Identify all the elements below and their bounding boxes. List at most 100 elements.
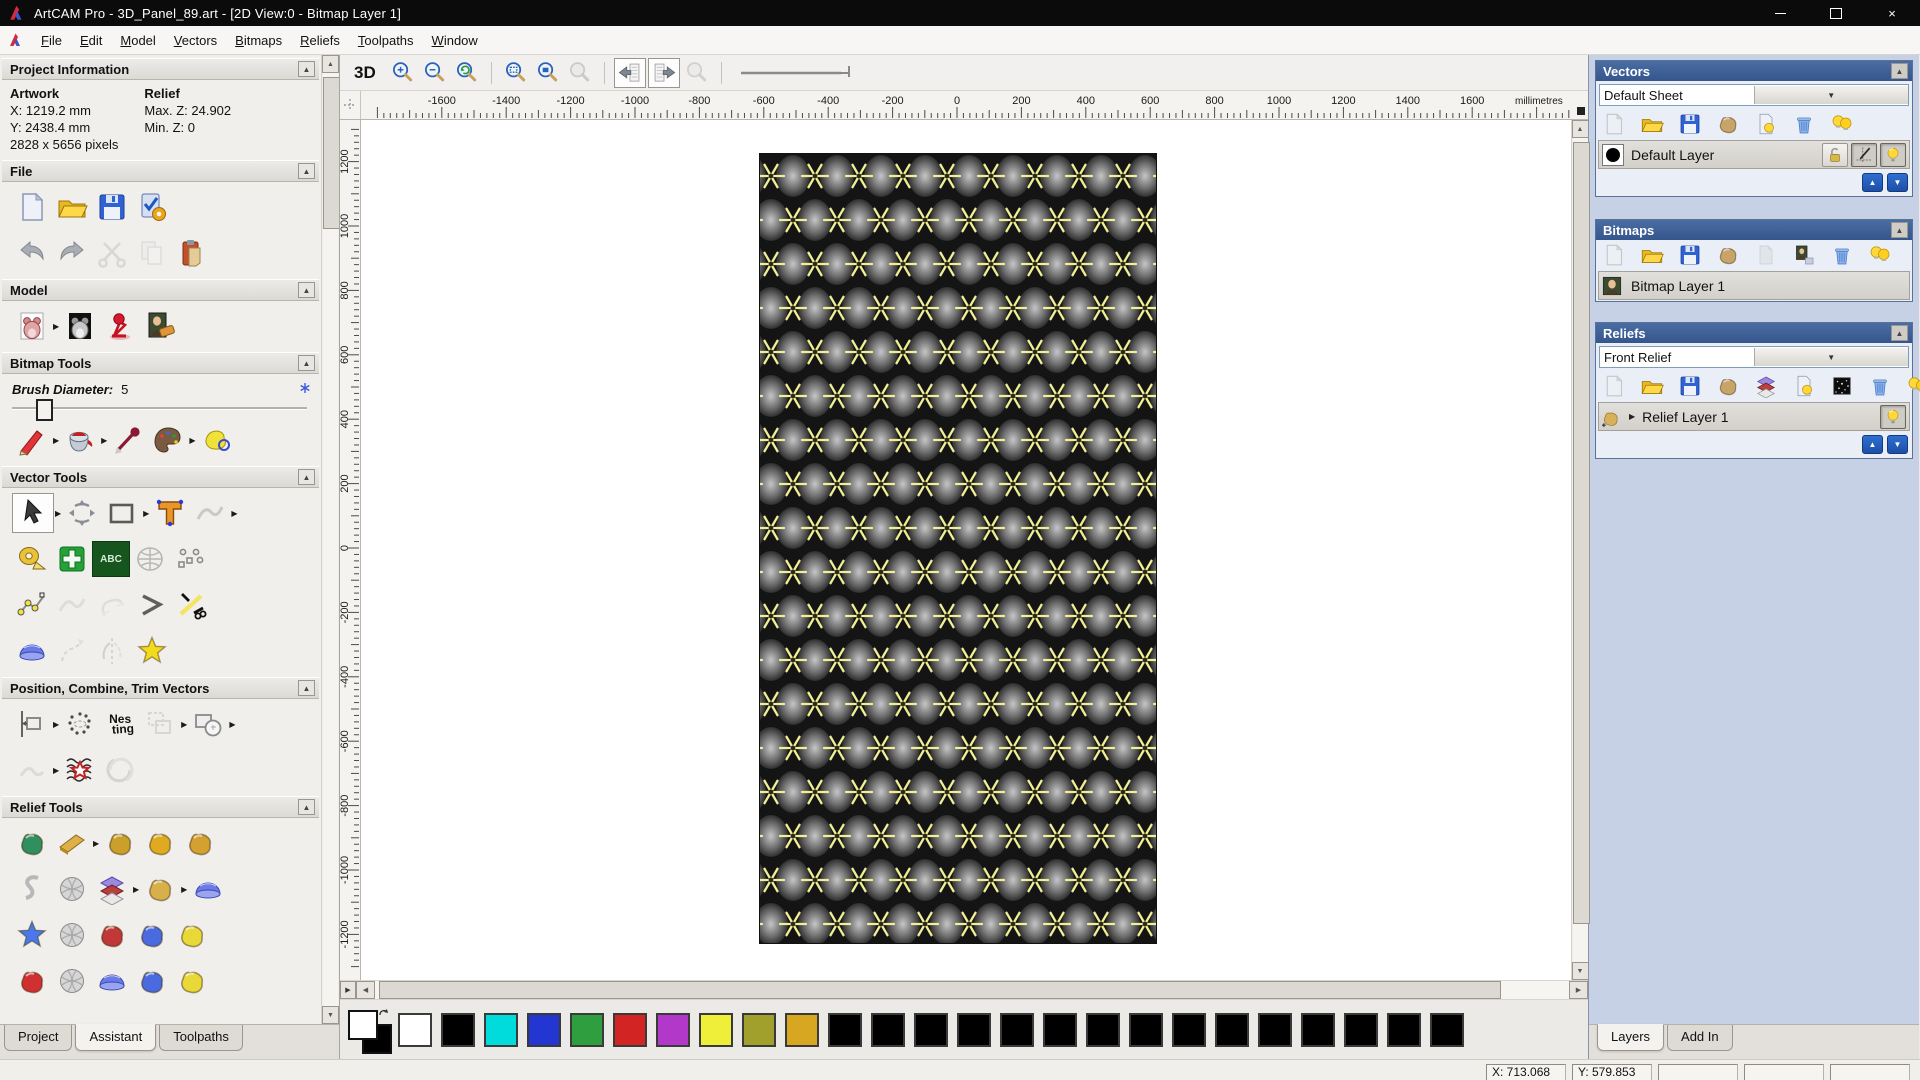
create-arc-icon[interactable] [92,586,132,624]
weld-vectors-icon[interactable] [188,705,228,743]
sheet-select[interactable]: Default Sheet ▼ [1599,84,1909,106]
redo-icon[interactable] [52,234,92,272]
relief-yellow-icon[interactable] [172,962,212,1000]
chevron-down-icon[interactable]: ▼ [1754,348,1909,366]
fit-curve-icon[interactable] [52,586,92,624]
palette-swatch-19[interactable] [1215,1013,1249,1047]
move-layer-up-button[interactable]: ▲ [1862,435,1883,454]
layer-visibility-page-icon[interactable] [1752,111,1780,137]
relief-offset-flyout-arrow[interactable]: ▶ [133,885,139,894]
clear-bitmap-layer-icon[interactable] [1752,242,1780,268]
relief-blue-sphere-icon[interactable] [132,962,172,1000]
save-model-icon[interactable] [92,188,132,226]
relief-offset-icon[interactable] [92,870,132,908]
vector-texture-icon[interactable] [60,751,100,789]
new-model-icon[interactable] [12,188,52,226]
palette-swatch-5[interactable] [613,1013,647,1047]
palette-swatch-8[interactable] [742,1013,776,1047]
palette-swatch-0[interactable] [398,1013,432,1047]
transform-vectors-icon[interactable] [62,494,102,532]
bitmap-preview-icon[interactable] [1790,242,1818,268]
palette-swatch-3[interactable] [527,1013,561,1047]
preview-lens-icon[interactable] [682,59,712,87]
toggle-all-bitmap-layers-icon[interactable] [1866,242,1894,268]
rollup-button[interactable]: ▲ [298,282,315,298]
lighting-material-icon[interactable] [100,307,140,345]
paste-along-curve-icon[interactable]: ABC [92,541,130,577]
cut-icon[interactable] [92,234,132,272]
maximize-button[interactable] [1808,0,1864,26]
toggle-all-vector-layers-icon[interactable] [1828,111,1856,137]
menu-toolpaths[interactable]: Toolpaths [349,29,423,52]
lock-layer-icon[interactable] [1822,143,1848,167]
palette-swatch-15[interactable] [1043,1013,1077,1047]
new-bitmap-layer-icon[interactable] [1600,242,1628,268]
relief-two-rail-icon[interactable] [180,824,220,862]
close-button[interactable]: × [1864,0,1920,26]
measure-icon[interactable] [12,540,52,578]
palette-swatch-10[interactable] [828,1013,862,1047]
relief-basket-icon[interactable] [52,962,92,1000]
relief-paste-flyout-arrow[interactable]: ▶ [181,885,187,894]
palette-swatch-9[interactable] [785,1013,819,1047]
hscroll-thumb[interactable] [379,981,1501,999]
zoom-box-icon[interactable] [501,59,531,87]
interlock-vectors-icon[interactable] [100,751,140,789]
tab-add-in[interactable]: Add In [1667,1025,1733,1051]
chevron-down-icon[interactable]: ▼ [1754,86,1909,104]
rollup-button[interactable]: ▲ [1891,63,1908,79]
relief-paste-icon[interactable] [140,870,180,908]
vector-layer-visibility-icon[interactable] [1880,143,1906,167]
palette-swatch-2[interactable] [484,1013,518,1047]
merge-vector-layers-icon[interactable] [1714,111,1742,137]
delete-relief-layer-icon[interactable] [1866,373,1894,399]
primary-secondary-colour[interactable] [346,1008,392,1052]
merge-bitmap-layers-icon[interactable] [1714,242,1742,268]
menu-model[interactable]: Model [111,29,164,52]
scrollbar-thumb[interactable] [323,77,339,229]
2d-view-canvas[interactable] [361,120,1571,980]
relief-weave-icon[interactable] [52,870,92,908]
relief-plane-icon[interactable] [52,824,92,862]
open-relief-layer-icon[interactable] [1638,373,1666,399]
move-layer-down-button[interactable]: ▼ [1887,173,1908,192]
edit-colours-icon[interactable] [148,421,188,459]
align-vectors-icon[interactable] [12,705,52,743]
palette-swatch-4[interactable] [570,1013,604,1047]
create-polyline-icon[interactable] [132,586,172,624]
paint-flyout-arrow[interactable]: ▶ [53,436,59,445]
palette-swatch-22[interactable] [1344,1013,1378,1047]
palette-swatch-11[interactable] [871,1013,905,1047]
join-vectors-flyout-arrow[interactable]: ▶ [53,766,59,775]
zoom-object-icon[interactable] [533,59,563,87]
copy-icon[interactable] [132,234,172,272]
save-relief-layer-icon[interactable] [1676,373,1704,399]
zoom-out-icon[interactable] [420,59,450,87]
new-relief-layer-icon[interactable] [1600,373,1628,399]
tab-layers[interactable]: Layers [1597,1024,1664,1051]
node-editing-icon[interactable] [12,586,52,624]
pick-colour-icon[interactable] [108,421,148,459]
open-model-icon[interactable] [52,188,92,226]
palette-swatch-12[interactable] [914,1013,948,1047]
relief-layer-row[interactable]: ▶ Relief Layer 1 [1598,402,1910,431]
open-bitmap-layer-icon[interactable] [1638,242,1666,268]
layer-name[interactable]: Bitmap Layer 1 [1631,278,1725,294]
text-on-curve-icon[interactable] [60,705,100,743]
delete-vector-layer-icon[interactable] [1790,111,1818,137]
palette-swatch-13[interactable] [957,1013,991,1047]
pane-split-button[interactable]: ▶ [340,981,356,999]
menu-vectors[interactable]: Vectors [165,29,226,52]
weld-vectors-flyout-arrow[interactable]: ▶ [229,720,235,729]
mirror-vectors-icon[interactable] [92,632,132,670]
palette-swatch-1[interactable] [441,1013,475,1047]
relief-layer-visibility-icon[interactable] [1880,405,1906,429]
relief-glass-icon[interactable] [188,870,228,908]
create-shape-icon[interactable] [52,540,92,578]
menu-bitmaps[interactable]: Bitmaps [226,29,291,52]
flood-fill-icon[interactable] [60,421,100,459]
paint-icon[interactable] [12,421,52,459]
relief-star-icon[interactable] [12,916,52,954]
layer-name[interactable]: Default Layer [1631,147,1714,163]
relief-sphere-icon[interactable] [132,916,172,954]
